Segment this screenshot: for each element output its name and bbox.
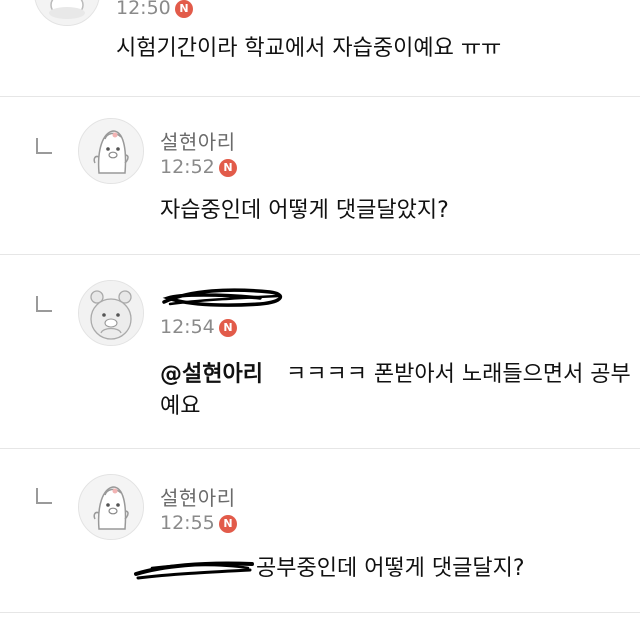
new-badge: N <box>175 0 193 18</box>
comment-text: @설현아리 ㅋㅋㅋㅋ 폰받아서 노래들으면서 공부 <box>160 360 631 390</box>
pig-mascot-avatar-icon <box>79 119 143 183</box>
redacted-nickname-scribble <box>162 288 282 307</box>
divider <box>0 254 640 255</box>
new-badge: N <box>219 515 237 533</box>
reply-arrow-icon <box>36 138 52 154</box>
avatar[interactable] <box>78 474 144 540</box>
divider <box>0 96 640 97</box>
new-badge: N <box>219 319 237 337</box>
comment-time: 12:54 <box>160 316 215 338</box>
reply-arrow-icon <box>36 296 52 312</box>
comment-text: 공부중인데 어떻게 댓글달지? <box>256 556 525 581</box>
mention-link[interactable]: @설현아리 <box>160 362 263 387</box>
new-badge: N <box>219 159 237 177</box>
pig-mascot-avatar-icon <box>79 475 143 539</box>
redacted-mention-scribble <box>134 561 254 580</box>
comment-time: 12:52 <box>160 156 215 178</box>
comment-time: 12:55 <box>160 512 215 534</box>
comment-text-line1: ㅋㅋㅋㅋ 폰받아서 노래들으면서 공부 <box>285 362 631 387</box>
avatar[interactable] <box>78 118 144 184</box>
comment-time: 12:50 <box>116 0 171 19</box>
comment-nickname[interactable] <box>160 284 290 314</box>
redacted-mention <box>132 552 256 586</box>
comment-nickname[interactable]: 설현아리 <box>160 482 236 511</box>
divider <box>0 612 640 613</box>
bear-mascot-avatar-icon <box>79 281 143 345</box>
mascot-avatar-icon <box>35 0 99 25</box>
divider <box>0 448 640 449</box>
comment-text: 시험기간이라 학교에서 자습중이예요 ㅠㅠ <box>116 36 502 61</box>
avatar[interactable] <box>78 280 144 346</box>
comment-text-line2: 예요 <box>160 394 201 419</box>
comment-text: 자습중인데 어떻게 댓글달았지? <box>160 198 449 223</box>
comment-nickname[interactable]: 설현아리 <box>160 126 236 155</box>
reply-arrow-icon <box>36 488 52 504</box>
avatar[interactable] <box>34 0 100 26</box>
